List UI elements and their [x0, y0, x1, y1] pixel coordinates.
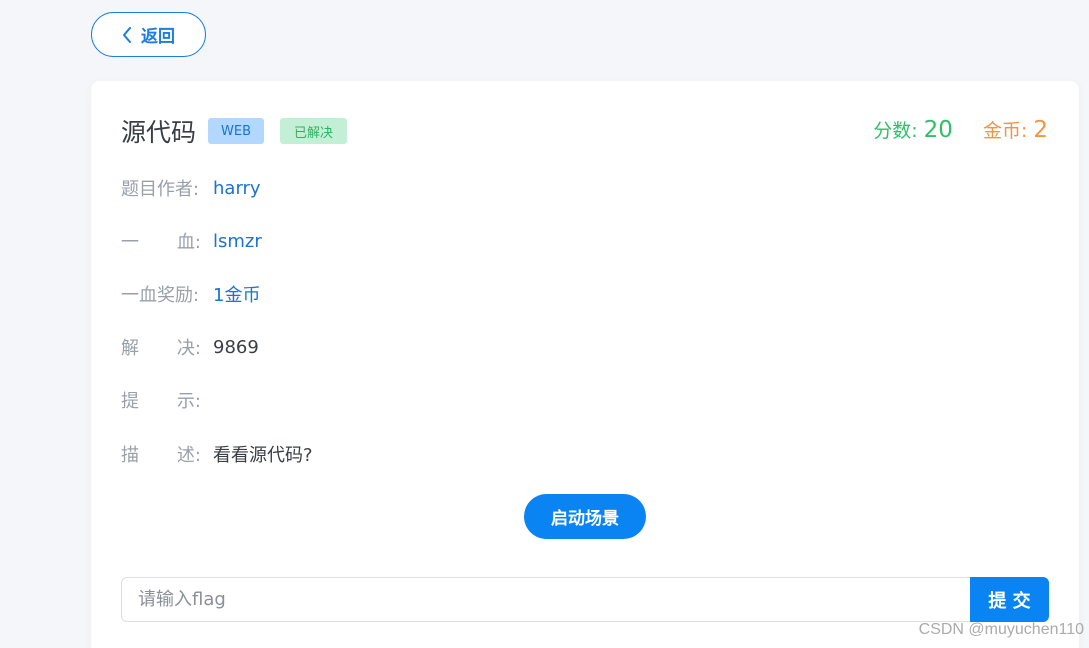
info-label: 一血奖励:: [121, 281, 201, 307]
coin-label: 金币:: [982, 120, 1028, 142]
info-row-first-blood-reward: 一血奖励: 1金币: [121, 282, 260, 306]
score-label: 分数:: [873, 120, 918, 142]
challenge-stats: 分数: 20 金币: 2: [873, 116, 1048, 143]
first-blood-label-b: 血:: [176, 232, 201, 253]
first-blood-reward-label: 一血奖励:: [121, 285, 200, 306]
info-label: 提 示:: [121, 387, 201, 413]
start-scene-button[interactable]: 启动场景: [524, 494, 646, 539]
hint-label-a: 提: [121, 391, 139, 412]
flag-submit-row: 提 交: [121, 577, 1049, 622]
page: 返回 源代码 WEB 已解决 分数: 20 金币: 2 题目作者: harry 一 …: [0, 0, 1089, 648]
info-row-solves: 解 决: 9869: [121, 334, 259, 360]
coin: 金币: 2: [983, 116, 1048, 143]
category-tag: WEB: [208, 118, 265, 144]
solves-label-b: 决:: [176, 338, 201, 359]
watermark: CSDN @muyuchen110: [918, 621, 1084, 638]
info-label: 一 血:: [121, 228, 201, 254]
info-label: 解 决:: [121, 334, 201, 360]
first-blood-reward-value: 1金币: [213, 285, 261, 306]
challenge-title: 源代码: [121, 118, 197, 147]
description-value: 看看源代码?: [213, 445, 313, 466]
back-button[interactable]: 返回: [91, 12, 206, 57]
submit-button[interactable]: 提 交: [970, 577, 1049, 622]
coin-value: 2: [1033, 117, 1048, 143]
first-blood-user-link[interactable]: lsmzr: [213, 231, 262, 252]
first-blood-label-a: 一: [121, 232, 139, 253]
info-label: 描 述:: [121, 441, 201, 467]
chevron-left-icon: [122, 26, 132, 43]
title-row: 源代码 WEB 已解决: [121, 113, 348, 149]
description-label-a: 描: [121, 445, 139, 466]
status-badge: 已解决: [280, 118, 348, 144]
hint-label-b: 示:: [176, 391, 201, 412]
score-value: 20: [923, 117, 953, 143]
flag-input[interactable]: [121, 577, 970, 622]
back-button-label: 返回: [141, 27, 175, 47]
info-label: 题目作者:: [121, 175, 201, 201]
info-row-hint: 提 示:: [121, 388, 213, 412]
description-label-b: 述:: [176, 445, 201, 466]
info-row-author: 题目作者: harry: [121, 175, 261, 201]
author-label: 题目作者:: [121, 179, 200, 200]
challenge-card: 源代码 WEB 已解决 分数: 20 金币: 2 题目作者: harry 一 血: …: [91, 81, 1079, 648]
author-link[interactable]: harry: [213, 178, 261, 199]
solves-value: 9869: [213, 336, 259, 358]
solves-label-a: 解: [121, 338, 139, 359]
info-row-description: 描 述: 看看源代码?: [121, 442, 313, 466]
info-row-first-blood: 一 血: lsmzr: [121, 228, 262, 254]
score: 分数: 20: [873, 116, 953, 143]
